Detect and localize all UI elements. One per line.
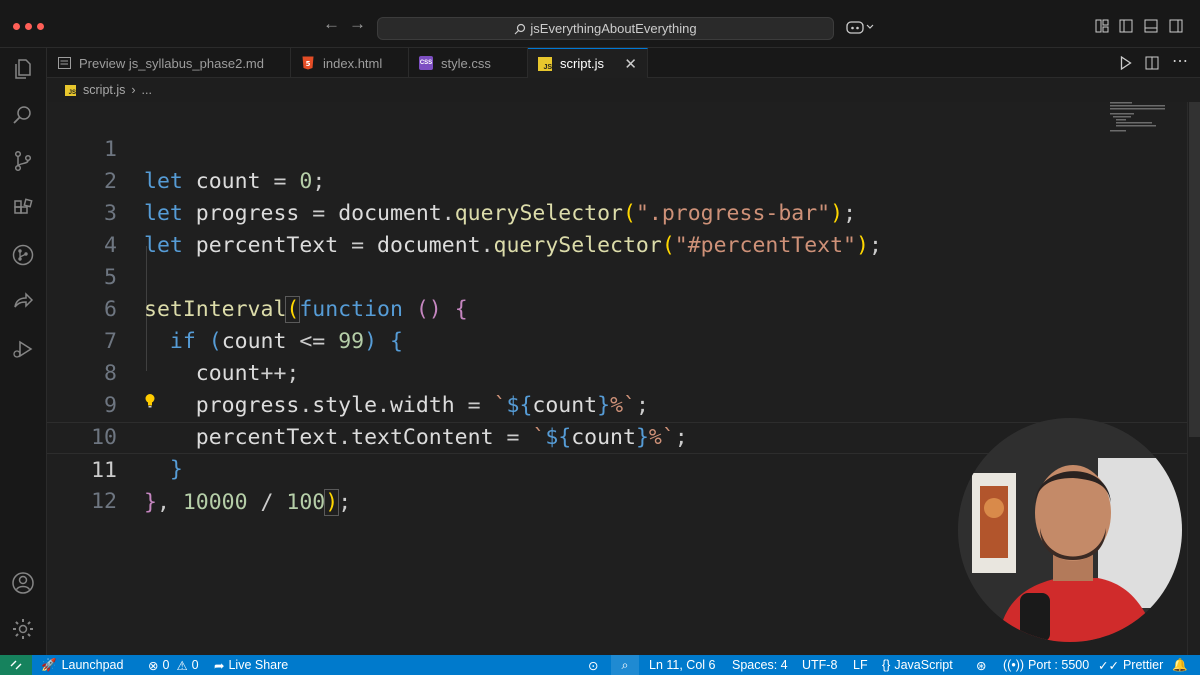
title-bar: ← → jsEverythingAboutEverything <box>0 0 1200 48</box>
toggle-panel-icon[interactable] <box>1144 19 1158 33</box>
toggle-sidebar-icon[interactable] <box>1119 19 1133 33</box>
forward-arrow-icon[interactable]: → <box>349 14 366 34</box>
problems-item[interactable]: ⊗ 0 ⚠ 0 <box>148 655 199 675</box>
tab-label: Preview js_syllabus_phase2.md <box>79 55 264 71</box>
remote-indicator[interactable] <box>0 655 32 675</box>
live-share-item[interactable]: ➦ Live Share <box>214 655 288 675</box>
launchpad-label: Launchpad <box>61 658 124 672</box>
minimize-window-button[interactable] <box>25 23 32 30</box>
launchpad-item[interactable]: 🚀 Launchpad <box>41 655 123 675</box>
remote-icon <box>10 660 22 670</box>
presenter-webcam-image <box>958 418 1182 642</box>
indentation[interactable]: Spaces: 4 <box>732 655 788 675</box>
language-mode[interactable]: {} JavaScript <box>882 655 953 675</box>
tab-label: style.css <box>441 55 491 71</box>
live-share-icon[interactable] <box>11 289 35 313</box>
code-line[interactable]: 10 } <box>47 390 1187 482</box>
braces-icon: {} <box>882 658 891 672</box>
activity-bar <box>0 48 47 655</box>
code-line[interactable]: 1 let count = 0; <box>47 102 1187 194</box>
language-label: JavaScript <box>894 658 953 672</box>
live-share-icon: ➦ <box>214 658 225 673</box>
close-icon[interactable]: ✕ <box>624 55 637 73</box>
search-icon <box>514 23 526 34</box>
end-of-line[interactable]: LF <box>853 655 868 675</box>
live-share-label: Live Share <box>228 658 289 672</box>
lightbulb-icon[interactable] <box>144 393 156 408</box>
code-line[interactable]: 7 count++; <box>47 294 1187 386</box>
warning-icon: ⚠ <box>176 658 188 673</box>
run-icon[interactable] <box>1120 56 1132 70</box>
tab-index-html[interactable]: 5 index.html <box>291 48 409 78</box>
code-line[interactable]: 5 setInterval(function () { <box>47 230 1187 323</box>
double-check-icon: ✓✓ <box>1098 658 1119 673</box>
command-center-search[interactable]: jsEverythingAboutEverything <box>377 17 834 40</box>
warning-count: 0 <box>191 658 199 672</box>
accounts-icon[interactable] <box>11 571 35 595</box>
copilot-icon[interactable] <box>846 19 874 35</box>
search-sidebar-icon[interactable] <box>11 103 35 127</box>
code-line[interactable]: 2 let progress = document.querySelector(… <box>47 134 1187 226</box>
prettier-label: Prettier <box>1122 658 1164 672</box>
maximize-window-button[interactable] <box>37 23 44 30</box>
git-graph-icon[interactable] <box>11 243 35 267</box>
breadcrumb: JS script.js › ... <box>47 78 1147 102</box>
signal-icon: ((•)) <box>1003 658 1025 672</box>
preview-icon <box>57 56 71 70</box>
notifications-bell-icon[interactable]: 🔔 <box>1172 655 1188 675</box>
svg-text:5: 5 <box>306 60 311 68</box>
toggle-secondary-sidebar-icon[interactable] <box>1169 19 1183 33</box>
broadcast-icon[interactable]: ⊙ <box>588 655 598 675</box>
minimap[interactable] <box>1110 102 1170 132</box>
js-file-icon: JS <box>538 56 552 71</box>
encoding[interactable]: UTF-8 <box>802 655 837 675</box>
explorer-icon[interactable] <box>11 57 35 81</box>
rocket-icon: 🚀 <box>41 657 57 672</box>
extensions-icon[interactable] <box>11 197 35 221</box>
cursor-position[interactable]: Ln 11, Col 6 <box>649 655 715 675</box>
back-arrow-icon[interactable]: ← <box>323 14 340 34</box>
css-file-icon: CSS <box>419 56 433 70</box>
breadcrumb-more[interactable]: ... <box>142 83 152 97</box>
live-server-label: Port : 5500 <box>1028 658 1090 672</box>
code-line[interactable]: 9 percentText.textContent = `${count}%`; <box>47 358 1187 450</box>
code-line[interactable]: 3 let percentText = document.querySelect… <box>47 166 1187 258</box>
code-line[interactable]: 6 if (count <= 99) { <box>47 262 1187 354</box>
live-server-item[interactable]: ((•)) Port : 5500 <box>1003 655 1089 675</box>
customize-layout-icon[interactable] <box>1095 19 1109 33</box>
split-editor-icon[interactable] <box>1145 56 1159 70</box>
vertical-scrollbar[interactable] <box>1187 102 1200 655</box>
tab-preview-md[interactable]: Preview js_syllabus_phase2.md <box>47 48 291 78</box>
line-code: }, 10000 / 100); <box>144 489 352 516</box>
breadcrumb-separator: › <box>131 83 136 97</box>
close-window-button[interactable] <box>13 23 20 30</box>
code-line[interactable]: 4 <box>47 198 1187 258</box>
scrollbar-thumb[interactable] <box>1189 102 1200 437</box>
tab-label: script.js <box>560 56 605 71</box>
tab-style-css[interactable]: CSS style.css <box>409 48 528 78</box>
tab-script-js[interactable]: JS script.js ✕ <box>528 48 648 78</box>
search-text: jsEverythingAboutEverything <box>530 21 697 36</box>
prettier-item[interactable]: ✓✓ Prettier <box>1098 655 1163 675</box>
status-bar: 🚀 Launchpad ⊗ 0 ⚠ 0 ➦ Live Share ⊙ ⌕ Ln … <box>0 655 1200 675</box>
js-file-icon: JS <box>65 84 76 96</box>
more-actions-icon[interactable]: ⋯ <box>1172 51 1188 71</box>
run-debug-icon[interactable] <box>11 337 35 361</box>
zoom-icon[interactable]: ⌕ <box>611 655 639 675</box>
error-icon: ⊗ <box>148 658 159 673</box>
webcam-overlay <box>958 418 1182 642</box>
editor-tab-bar: Preview js_syllabus_phase2.md 5 index.ht… <box>47 48 1200 78</box>
html-file-icon: 5 <box>301 56 315 70</box>
manage-gear-icon[interactable] <box>11 617 35 641</box>
copilot-status-icon[interactable]: ⊛ <box>976 655 986 675</box>
breadcrumb-file[interactable]: script.js <box>83 83 125 97</box>
source-control-icon[interactable] <box>11 149 35 173</box>
line-number: 12 <box>91 489 117 514</box>
error-count: 0 <box>162 658 170 672</box>
code-line[interactable]: 8 progress.style.width = `${count}%`; <box>47 326 1187 418</box>
tab-label: index.html <box>323 55 383 71</box>
